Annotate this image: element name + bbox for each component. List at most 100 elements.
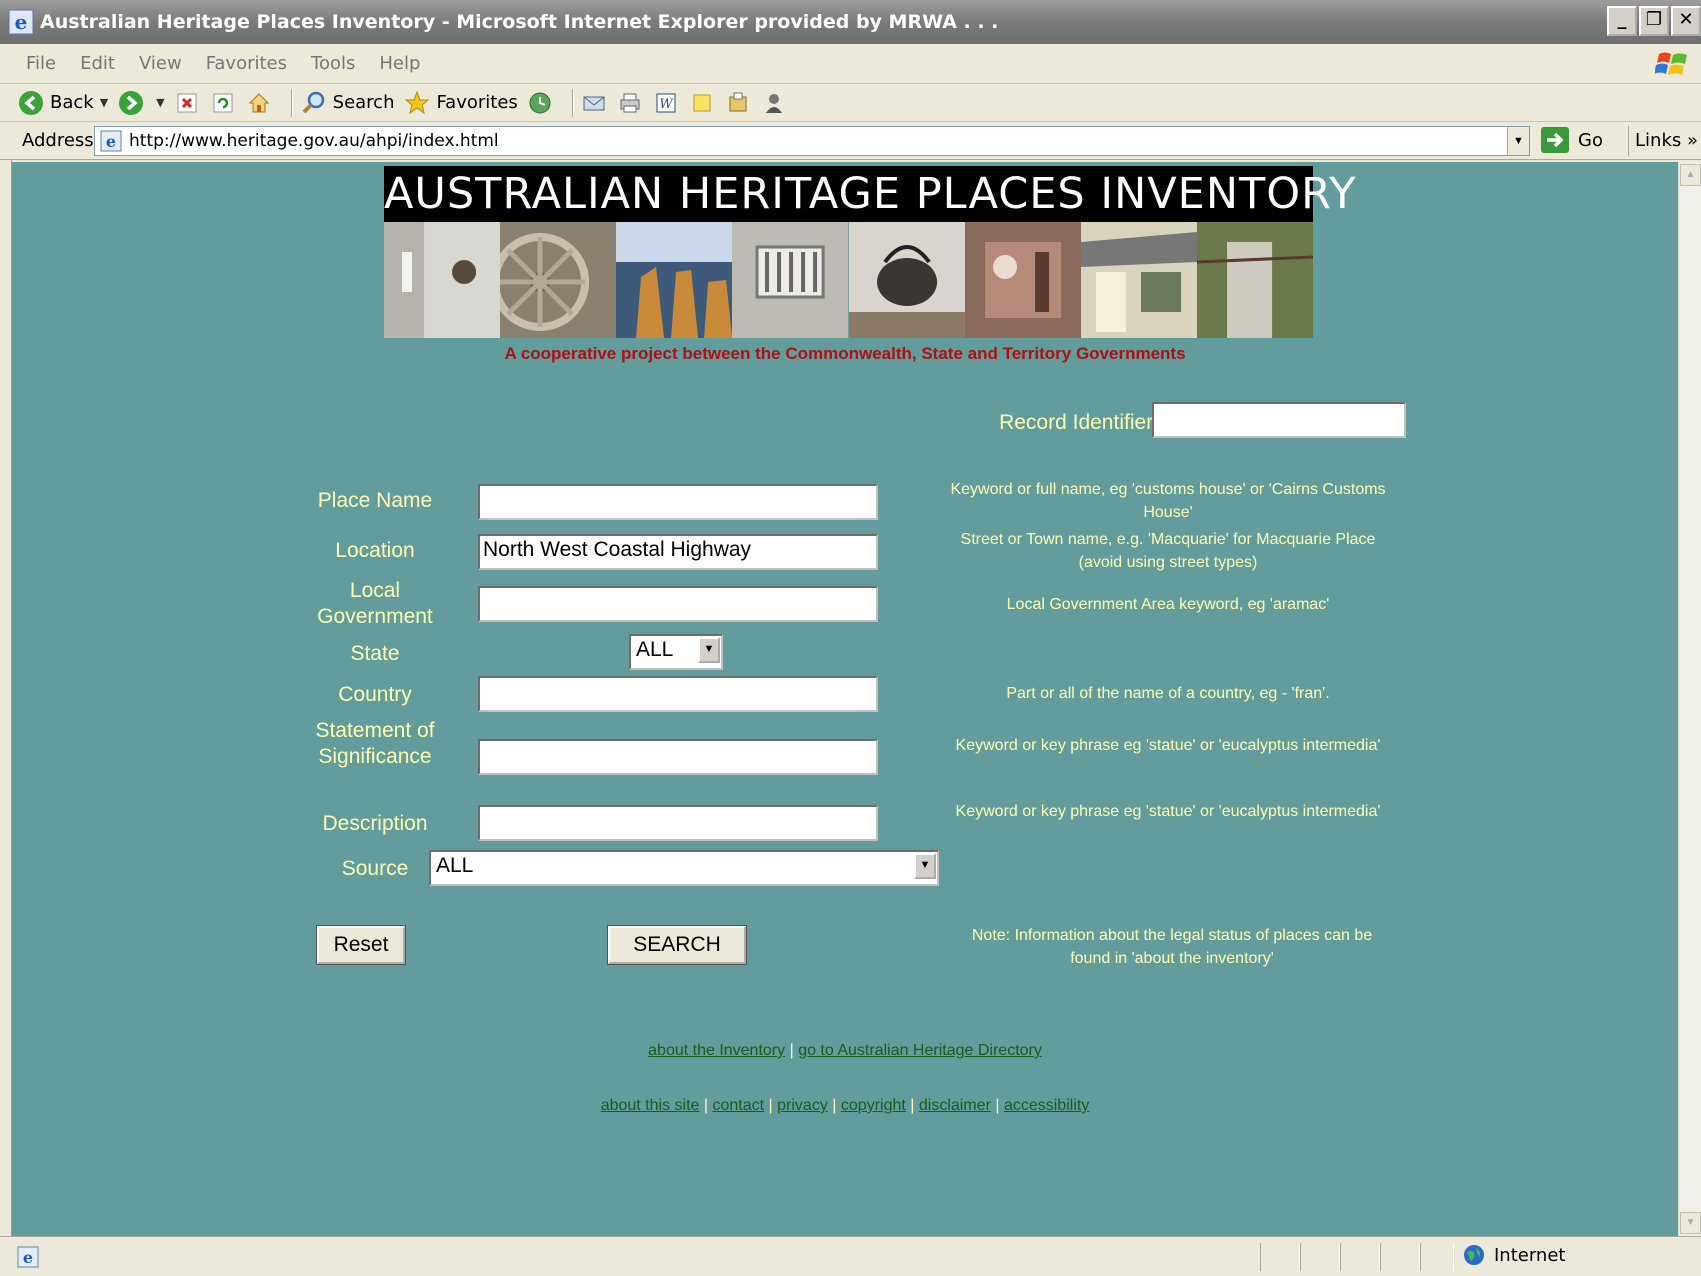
source-select[interactable]: ALL ▼ bbox=[429, 850, 939, 886]
go-label: Go bbox=[1578, 129, 1603, 151]
globe-icon bbox=[1464, 1245, 1484, 1265]
forward-button[interactable]: ▼ bbox=[118, 90, 165, 116]
disclaimer-link[interactable]: disclaimer bbox=[919, 1097, 991, 1114]
link-separator: | bbox=[703, 1097, 709, 1114]
messenger-icon[interactable] bbox=[762, 91, 786, 115]
word-edit-icon[interactable]: W bbox=[654, 91, 678, 115]
status-bar: e Internet bbox=[0, 1236, 1701, 1276]
menu-favorites[interactable]: Favorites bbox=[194, 53, 299, 74]
local-government-input[interactable] bbox=[478, 586, 878, 622]
research-icon[interactable] bbox=[726, 91, 750, 115]
heritage-directory-link[interactable]: go to Australian Heritage Directory bbox=[798, 1042, 1042, 1059]
menu-help[interactable]: Help bbox=[367, 53, 432, 74]
footer-links-secondary: about this site | contact | privacy | co… bbox=[12, 1097, 1678, 1115]
source-label: Source bbox=[341, 857, 409, 880]
svg-text:e: e bbox=[15, 10, 28, 34]
state-label: State bbox=[350, 642, 400, 665]
cottage-photo bbox=[1080, 222, 1197, 338]
site-banner: AUSTRALIAN HERITAGE PLACES INVENTORY bbox=[384, 166, 1356, 338]
place-name-input[interactable] bbox=[478, 484, 878, 520]
rock-formation-photo bbox=[616, 222, 733, 338]
zone-label: Internet bbox=[1494, 1244, 1566, 1266]
country-label: Country bbox=[338, 683, 412, 706]
menu-tools[interactable]: Tools bbox=[299, 53, 367, 74]
window-left-border bbox=[0, 160, 12, 1236]
ie-logo-icon: e bbox=[8, 9, 34, 35]
mail-icon[interactable] bbox=[582, 91, 606, 115]
door-knob-photo bbox=[384, 222, 501, 338]
location-hint: Street or Town name, e.g. 'Macquarie' fo… bbox=[960, 531, 1376, 571]
copyright-link[interactable]: copyright bbox=[841, 1097, 906, 1114]
menu-bar: File Edit View Favorites Tools Help bbox=[0, 44, 1701, 84]
vent-grille-photo bbox=[732, 222, 849, 338]
about-inventory-link[interactable]: about the Inventory bbox=[648, 1042, 785, 1059]
address-dropdown-button[interactable]: ▼ bbox=[1507, 127, 1529, 155]
legal-status-note: Note: Information about the legal status… bbox=[971, 927, 1373, 967]
address-bar: Address e http://www.heritage.gov.au/ahp… bbox=[0, 122, 1701, 160]
reset-button[interactable]: Reset bbox=[316, 925, 406, 965]
country-input[interactable] bbox=[478, 676, 878, 712]
footer-links-primary: about the Inventory | go to Australian H… bbox=[12, 1042, 1678, 1060]
svg-text:W: W bbox=[659, 97, 674, 112]
notes-icon[interactable] bbox=[690, 91, 714, 115]
banner-tagline: A cooperative project between the Common… bbox=[504, 344, 1186, 363]
significance-label: Statement of Significance bbox=[315, 719, 435, 768]
record-identifier-input[interactable] bbox=[1152, 402, 1406, 438]
source-select-value: ALL bbox=[436, 854, 474, 877]
menu-view[interactable]: View bbox=[127, 53, 194, 74]
vertical-scrollbar[interactable]: ▲ ▼ bbox=[1678, 162, 1701, 1236]
favorites-button[interactable]: Favorites bbox=[404, 90, 518, 116]
link-separator: | bbox=[768, 1097, 773, 1114]
back-arrow-icon bbox=[19, 90, 43, 115]
links-button[interactable]: Links » bbox=[1628, 126, 1698, 156]
stop-icon[interactable] bbox=[175, 91, 199, 115]
accessibility-link[interactable]: accessibility bbox=[1004, 1097, 1089, 1114]
scroll-up-button[interactable]: ▲ bbox=[1680, 164, 1701, 186]
refresh-icon[interactable] bbox=[211, 91, 235, 115]
back-button[interactable]: Back ▼ bbox=[18, 90, 108, 116]
minimize-button[interactable]: _ bbox=[1607, 6, 1637, 36]
menu-edit[interactable]: Edit bbox=[68, 53, 127, 74]
links-label: Links bbox=[1635, 130, 1682, 151]
svg-text:e: e bbox=[106, 132, 116, 151]
description-input[interactable] bbox=[478, 805, 878, 841]
menu-file[interactable]: File bbox=[0, 53, 68, 74]
contact-link[interactable]: contact bbox=[712, 1097, 764, 1114]
back-label: Back bbox=[50, 92, 94, 113]
windows-logo-icon bbox=[1655, 52, 1687, 75]
place-name-label: Place Name bbox=[317, 489, 433, 512]
search-button[interactable]: Search bbox=[301, 90, 394, 116]
standard-toolbar: Back ▼ ▼ Search Favorites W bbox=[0, 84, 1701, 122]
restore-button[interactable]: ❐ bbox=[1639, 6, 1669, 36]
chevron-down-icon[interactable]: ▼ bbox=[100, 96, 108, 109]
link-separator: | bbox=[832, 1097, 837, 1114]
address-input[interactable]: e http://www.heritage.gov.au/ahpi/index.… bbox=[94, 126, 1530, 156]
page-status-icon: e bbox=[17, 1246, 39, 1268]
page-content: AUSTRALIAN HERITAGE PLACES INVENTORY A c… bbox=[12, 162, 1678, 1236]
title-bar: e Australian Heritage Places Inventory -… bbox=[0, 0, 1701, 44]
description-hint: Keyword or key phrase eg 'statue' or 'eu… bbox=[955, 803, 1381, 820]
search-submit-button[interactable]: SEARCH bbox=[607, 925, 747, 965]
status-panel bbox=[1340, 1243, 1380, 1271]
significance-input[interactable] bbox=[478, 739, 878, 775]
chevron-down-icon[interactable]: ▼ bbox=[914, 853, 936, 879]
privacy-link[interactable]: privacy bbox=[777, 1097, 828, 1114]
location-label: Location bbox=[335, 539, 415, 562]
location-input[interactable]: North West Coastal Highway bbox=[478, 534, 878, 570]
home-icon[interactable] bbox=[247, 91, 271, 115]
about-site-link[interactable]: about this site bbox=[601, 1097, 700, 1114]
history-icon[interactable] bbox=[528, 91, 552, 115]
print-icon[interactable] bbox=[618, 91, 642, 115]
status-panel bbox=[1380, 1243, 1420, 1271]
star-icon bbox=[405, 90, 430, 114]
state-select[interactable]: ALL ▼ bbox=[629, 634, 723, 670]
search-icon bbox=[302, 91, 324, 113]
page-icon: e bbox=[100, 130, 122, 152]
go-button[interactable]: Go bbox=[1540, 126, 1603, 154]
close-button[interactable]: ✕ bbox=[1671, 6, 1701, 36]
local-government-hint: Local Government Area keyword, eg 'arama… bbox=[1006, 596, 1330, 613]
window-title: Australian Heritage Places Inventory - M… bbox=[40, 11, 999, 33]
chevron-down-icon[interactable]: ▼ bbox=[156, 96, 164, 109]
scroll-down-button[interactable]: ▼ bbox=[1680, 1212, 1701, 1234]
chevron-down-icon[interactable]: ▼ bbox=[698, 637, 720, 663]
